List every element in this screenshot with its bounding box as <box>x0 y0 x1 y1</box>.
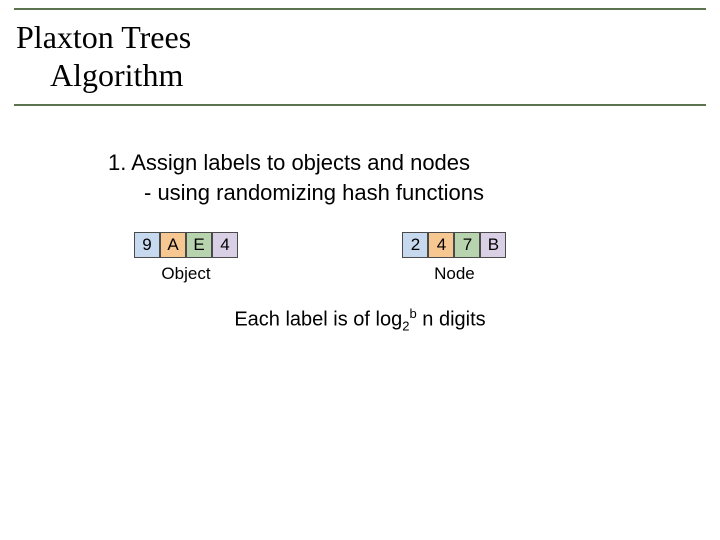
node-cell-3: B <box>480 232 506 258</box>
node-caption: Node <box>402 264 506 284</box>
node-cell-2: 7 <box>454 232 480 258</box>
label-blocks-row: 9 A E 4 Object 2 4 7 B Node <box>134 232 654 284</box>
object-cell-0: 9 <box>134 232 160 258</box>
object-caption: Object <box>134 264 238 284</box>
object-cell-3: 4 <box>212 232 238 258</box>
slide-body: 1. Assign labels to objects and nodes - … <box>108 148 648 208</box>
object-block: 9 A E 4 Object <box>134 232 238 284</box>
footnote: Each label is of log2b n digits <box>0 306 720 334</box>
object-cells: 9 A E 4 <box>134 232 238 258</box>
slide-title: Plaxton Trees Algorithm <box>16 18 191 94</box>
footnote-prefix: Each label is of log <box>234 309 402 331</box>
step-sub: - using randomizing hash functions <box>108 178 648 208</box>
object-cell-1: A <box>160 232 186 258</box>
object-cell-2: E <box>186 232 212 258</box>
node-block: 2 4 7 B Node <box>402 232 506 284</box>
title-rule-bottom <box>14 104 706 106</box>
node-cells: 2 4 7 B <box>402 232 506 258</box>
title-line-2: Algorithm <box>16 56 191 94</box>
footnote-suffix: n digits <box>417 309 486 331</box>
title-line-1: Plaxton Trees <box>16 18 191 56</box>
step-main: 1. Assign labels to objects and nodes <box>108 148 648 178</box>
title-rule-top <box>14 8 706 10</box>
footnote-sup: b <box>409 306 416 321</box>
node-cell-0: 2 <box>402 232 428 258</box>
node-cell-1: 4 <box>428 232 454 258</box>
slide: Plaxton Trees Algorithm 1. Assign labels… <box>0 0 720 540</box>
